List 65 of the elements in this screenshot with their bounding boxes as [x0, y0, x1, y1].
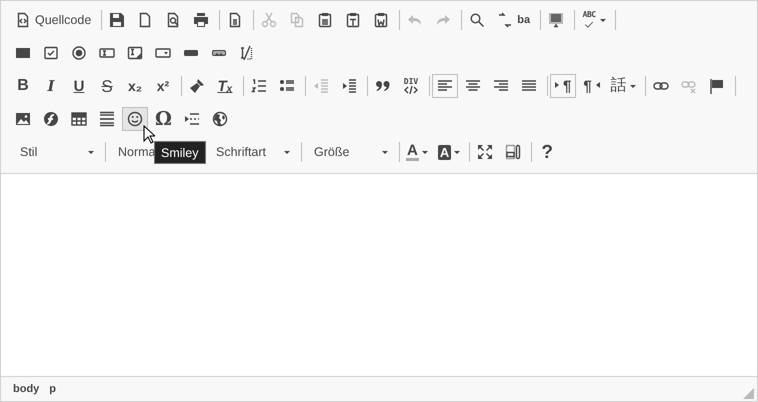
expand-icon	[477, 144, 494, 160]
table-icon	[71, 111, 87, 127]
dropdown-field[interactable]: Größe	[304, 140, 394, 164]
outdent-icon	[313, 78, 329, 94]
form-icon	[15, 45, 31, 61]
textarea-icon	[127, 45, 143, 61]
special-char-button[interactable]: Ω	[150, 107, 177, 131]
scissors-icon	[261, 12, 278, 28]
text-color-button[interactable]: A	[402, 140, 432, 164]
page-break-icon	[184, 111, 200, 127]
caret-icon	[630, 84, 636, 88]
remove-format-button[interactable]: Tₓ	[212, 74, 238, 98]
radio-icon	[71, 45, 87, 61]
left-to-right-button[interactable]: ¶	[550, 74, 576, 98]
strikethrough-button[interactable]: S	[94, 74, 120, 98]
superscript-button[interactable]: x²	[150, 74, 176, 98]
source-button[interactable]: Quellcode	[10, 8, 96, 32]
right-to-left-button[interactable]: ¶	[578, 74, 605, 98]
indent-icon	[341, 78, 357, 94]
caret-icon	[422, 150, 428, 154]
dropdown-field[interactable]: Stil	[10, 140, 100, 164]
underline-button[interactable]: U	[66, 74, 92, 98]
swap-arrows-icon	[497, 12, 514, 28]
align-left-button[interactable]	[432, 74, 458, 98]
code-page-icon	[15, 12, 31, 28]
horizontal-lines-icon	[99, 111, 115, 127]
path-link[interactable]: p	[49, 383, 56, 395]
search-icon	[469, 12, 486, 28]
tooltip: Smiley	[154, 141, 206, 164]
caret-icon	[88, 150, 94, 154]
clipboard-icon	[345, 12, 362, 28]
globe-icon	[212, 111, 228, 127]
caret-icon	[600, 18, 606, 22]
numbered-list-icon	[251, 78, 267, 94]
picture-icon	[15, 111, 31, 127]
caret-icon	[454, 150, 460, 154]
flag-icon	[708, 78, 725, 94]
blocks-icon	[505, 144, 522, 160]
clipboard-icon	[317, 12, 334, 28]
flash-icon	[43, 111, 59, 127]
bullet-list-icon	[279, 78, 295, 94]
bold-button[interactable]: B	[10, 74, 36, 98]
caret-icon	[284, 150, 290, 154]
printer-icon	[193, 12, 210, 28]
italic-button[interactable]: I	[38, 74, 64, 98]
subscript-button[interactable]: x₂	[122, 74, 148, 98]
div-button[interactable]: DIV	[398, 74, 424, 98]
dropdown-field[interactable]: Schriftart	[206, 140, 296, 164]
path-link[interactable]: body	[13, 383, 40, 395]
checkbox-icon	[43, 45, 59, 61]
language-button[interactable]: 話	[606, 74, 640, 98]
code-brackets-icon	[403, 86, 419, 94]
quote-icon	[375, 78, 391, 94]
about-button[interactable]: ?	[534, 140, 560, 164]
text-lines-icon	[548, 12, 564, 28]
smiley-icon	[127, 111, 143, 127]
mouse-pointer-icon	[143, 125, 155, 144]
clipboard-icon	[373, 12, 390, 28]
background-color-button[interactable]: A	[434, 140, 464, 164]
paintbrush-icon	[189, 78, 205, 94]
copy-icon	[289, 12, 306, 28]
caret-icon	[382, 150, 388, 154]
spellcheck-button[interactable]: ABC	[577, 8, 610, 32]
hidden-field-icon	[239, 45, 255, 61]
smiley-button[interactable]	[122, 107, 148, 131]
